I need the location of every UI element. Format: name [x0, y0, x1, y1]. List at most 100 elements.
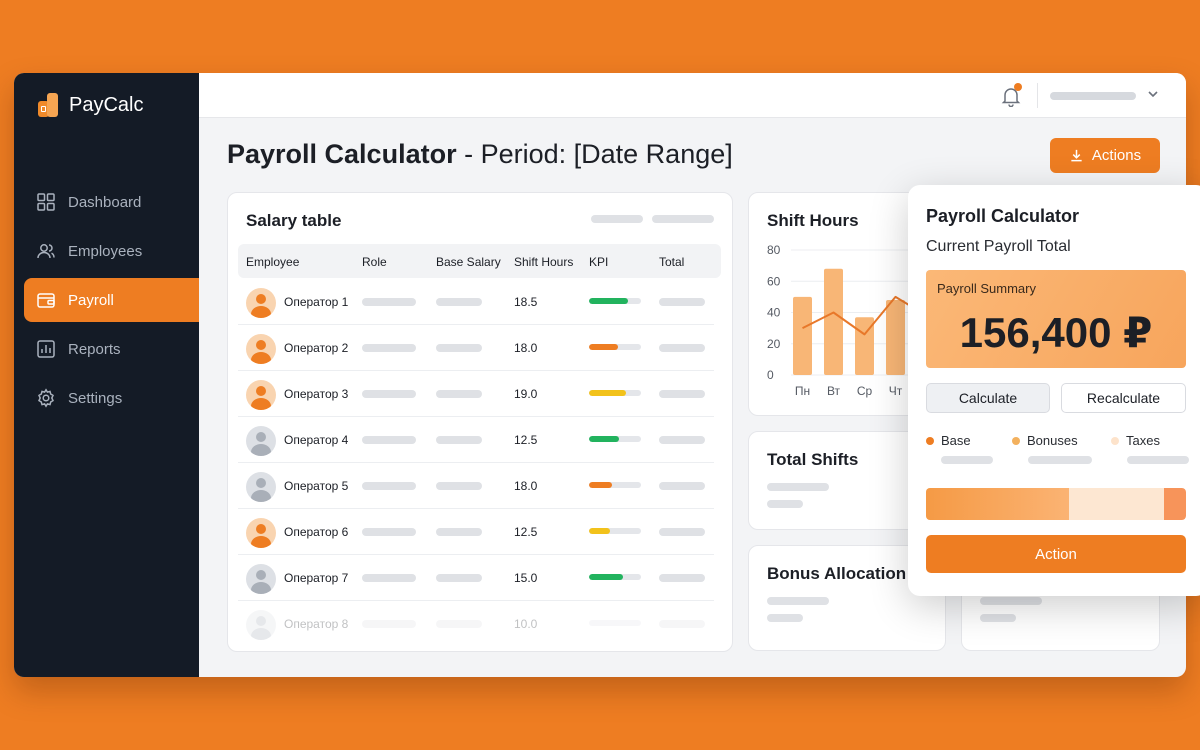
legend-label: Taxes: [1126, 433, 1160, 448]
kpi-bar: [589, 482, 641, 488]
notification-bell-icon[interactable]: [1000, 83, 1022, 108]
legend-dot: [1111, 436, 1119, 445]
payroll-total-value: 156,400 ₽: [959, 309, 1153, 356]
legend-label: Base: [941, 433, 971, 448]
kpi-fill: [589, 436, 620, 442]
sidebar-item-payroll[interactable]: Payroll: [24, 278, 199, 322]
calculator-title: Payroll Calculator: [926, 206, 1080, 226]
text-placeholder: [767, 614, 803, 622]
shift-hours-value: 18.0: [514, 341, 538, 355]
y-tick-label: 40: [767, 306, 781, 320]
kpi-bar: [589, 436, 641, 442]
employee-name: Оператор 7: [284, 571, 349, 585]
avatar: [246, 380, 276, 410]
salary-table-title: Salary table: [246, 211, 342, 230]
total-shifts-title: Total Shifts: [767, 450, 859, 469]
progress-fill: [926, 488, 1069, 520]
legend-base: Base: [926, 433, 971, 448]
table-row[interactable]: Оператор 2 18.0: [238, 325, 714, 371]
sidebar-item-dashboard[interactable]: Dashboard: [24, 180, 199, 224]
text-placeholder: [767, 483, 829, 491]
page-title: Payroll Calculator - Period: [Date Range…: [227, 139, 733, 170]
x-tick-label: Ср: [857, 384, 873, 398]
base-salary-placeholder: [436, 620, 482, 628]
total-placeholder: [659, 390, 705, 398]
payroll-calculator-panel: Payroll Calculator Current Payroll Total…: [908, 185, 1200, 596]
top-bar: [199, 73, 1186, 118]
column-header-role[interactable]: Role: [362, 255, 387, 269]
table-row[interactable]: Оператор 1 18.5: [238, 279, 714, 325]
y-tick-label: 80: [767, 243, 781, 257]
column-header-total[interactable]: Total: [659, 255, 684, 269]
column-header-shift-hours[interactable]: Shift Hours: [514, 255, 573, 269]
sidebar-item-label: Payroll: [68, 291, 114, 309]
filter-placeholder[interactable]: [591, 215, 643, 223]
summary-label: Payroll Summary: [937, 281, 1036, 296]
text-placeholder: [767, 597, 829, 605]
total-placeholder: [659, 574, 705, 582]
column-header-base-salary[interactable]: Base Salary: [436, 255, 501, 269]
avatar: [246, 472, 276, 502]
sidebar-item-employees[interactable]: Employees: [24, 229, 199, 273]
table-row[interactable]: Оператор 7 15.0: [238, 555, 714, 601]
column-header-kpi[interactable]: KPI: [589, 255, 608, 269]
table-row[interactable]: Оператор 4 12.5: [238, 417, 714, 463]
table-row[interactable]: Оператор 8 10.0: [238, 601, 714, 647]
progress-segment: [1164, 488, 1186, 520]
kpi-fill: [589, 574, 623, 580]
chevron-down-icon[interactable]: [1146, 87, 1160, 101]
actions-label: Actions: [1091, 147, 1142, 164]
shift-hours-value: 10.0: [514, 617, 538, 631]
shift-hours-value: 18.5: [514, 295, 538, 309]
download-icon: [1071, 149, 1082, 162]
base-salary-placeholder: [436, 344, 482, 352]
table-row[interactable]: Оператор 5 18.0: [238, 463, 714, 509]
app-logo[interactable]: PayCalc: [38, 93, 143, 117]
employee-name: Оператор 1: [284, 295, 349, 309]
role-placeholder: [362, 436, 416, 444]
total-placeholder: [659, 528, 705, 536]
payroll-breakdown-bar: [926, 488, 1186, 520]
action-button[interactable]: Action: [926, 535, 1186, 573]
role-placeholder: [362, 344, 416, 352]
role-placeholder: [362, 574, 416, 582]
table-row[interactable]: Оператор 6 12.5: [238, 509, 714, 555]
column-header-employee[interactable]: Employee: [246, 255, 299, 269]
sidebar-item-label: Employees: [68, 242, 143, 260]
legend-value-placeholder: [941, 456, 993, 464]
legend-value-placeholder: [1127, 456, 1189, 464]
wallet-icon: [36, 290, 56, 310]
text-placeholder: [767, 500, 803, 508]
filter-placeholder[interactable]: [652, 215, 714, 223]
actions-button[interactable]: Actions: [1050, 138, 1160, 173]
base-salary-placeholder: [436, 436, 482, 444]
employee-name: Оператор 6: [284, 525, 349, 539]
sidebar-item-label: Dashboard: [68, 193, 142, 211]
employee-name: Оператор 5: [284, 479, 349, 493]
page-title-main: Payroll Calculator: [227, 139, 457, 169]
shift-hours-value: 15.0: [514, 571, 538, 585]
sidebar-item-reports[interactable]: Reports: [24, 327, 199, 371]
calculator-subtitle: Current Payroll Total: [926, 238, 1071, 255]
table-row[interactable]: Оператор 3 19.0: [238, 371, 714, 417]
legend-dot: [926, 436, 934, 445]
sidebar-nav: Dashboard Employees Payroll Reports Sett…: [14, 180, 199, 425]
gear-icon: [36, 388, 56, 408]
users-icon: [36, 241, 56, 261]
bar: [886, 300, 905, 375]
avatar: [246, 564, 276, 594]
employee-name: Оператор 8: [284, 617, 349, 631]
calculate-button[interactable]: Calculate: [926, 383, 1050, 413]
logo-icon: [38, 93, 60, 117]
kpi-bar: [589, 528, 641, 534]
sidebar-item-settings[interactable]: Settings: [24, 376, 199, 420]
legend-taxes: Taxes: [1111, 433, 1160, 448]
recalculate-button[interactable]: Recalculate: [1061, 383, 1186, 413]
total-placeholder: [659, 620, 705, 628]
kpi-fill: [589, 528, 610, 534]
employee-name: Оператор 3: [284, 387, 349, 401]
employee-name: Оператор 2: [284, 341, 349, 355]
user-menu-placeholder[interactable]: [1050, 92, 1136, 100]
kpi-fill: [589, 344, 618, 350]
avatar: [246, 426, 276, 456]
